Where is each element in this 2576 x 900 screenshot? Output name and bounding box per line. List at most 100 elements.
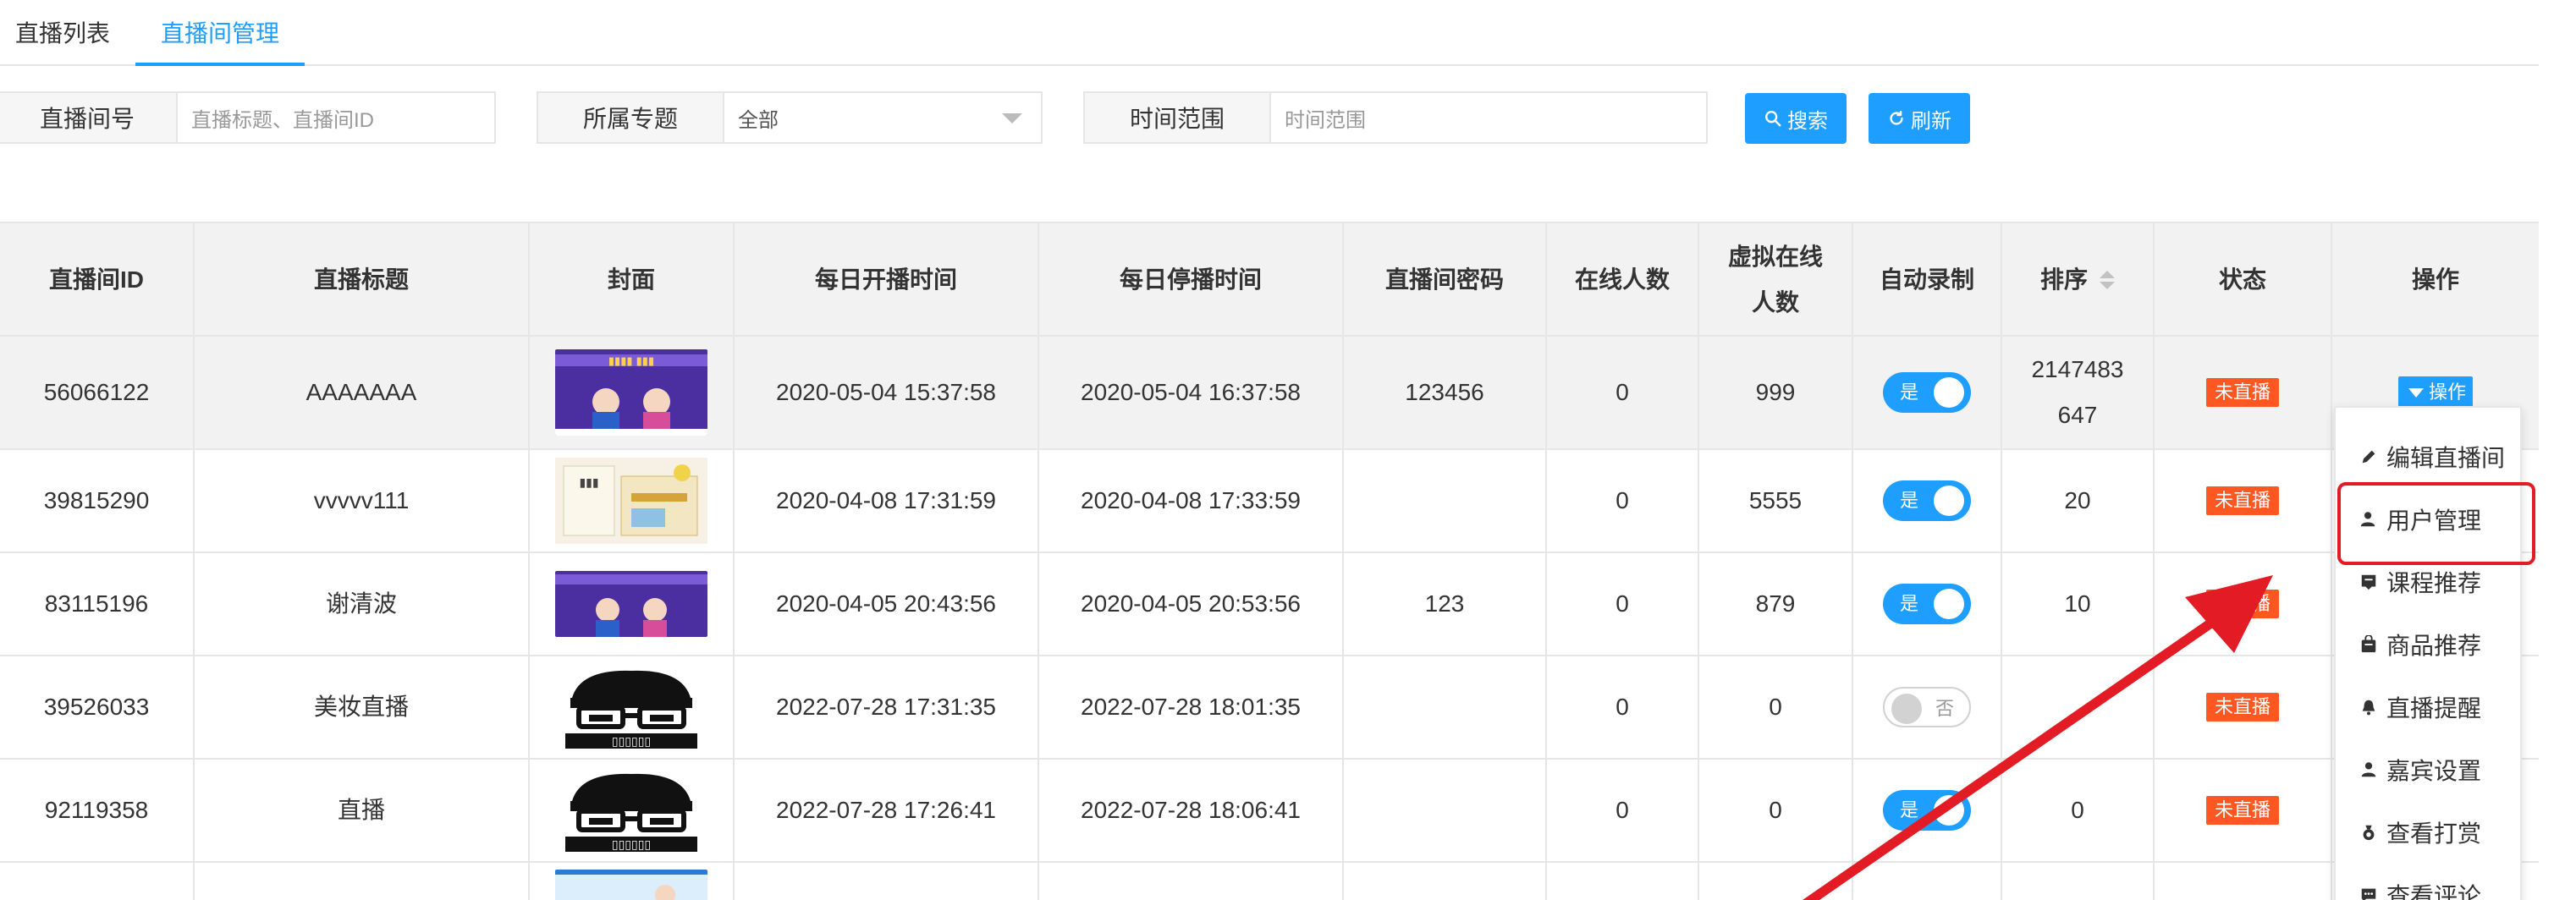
- auto-record-toggle[interactable]: 否: [1883, 687, 1971, 727]
- chevron-down-icon: [1002, 113, 1022, 123]
- comment-icon: [2361, 888, 2376, 900]
- menu-item-goods-recommend[interactable]: 商品推荐: [2336, 619, 2520, 670]
- table-row: 92119358 直播 ▯▯▯▯▯▯ 2022-07-28 17:26:41 2…: [0, 760, 2539, 863]
- cover-thumbnail[interactable]: ▯▯▯▯▯▯: [555, 767, 707, 853]
- cover-thumbnail[interactable]: ▯▯▯▯▯▯: [555, 664, 707, 750]
- menu-item-view-comments[interactable]: 查看评论: [2336, 870, 2520, 900]
- col-virtual-online-line2: 人数: [1751, 289, 1799, 316]
- sort-icon[interactable]: [2100, 271, 2115, 289]
- menu-item-view-rewards[interactable]: 查看打赏: [2336, 807, 2520, 858]
- col-virtual-online: 虚拟在线 人数: [1699, 223, 1853, 337]
- auto-record-toggle[interactable]: 是: [1883, 372, 1971, 413]
- status-badge: 未直播: [2205, 378, 2279, 407]
- time-range-input[interactable]: 时间范围: [1271, 93, 1706, 142]
- col-title: 直播标题: [195, 223, 530, 337]
- toggle-knob: [1934, 795, 1964, 826]
- goods-icon: [2361, 635, 2376, 653]
- cell-cover: ▯▯▯▯▯▯: [530, 656, 735, 758]
- col-id: 直播间ID: [0, 223, 195, 337]
- search-button[interactable]: 搜索: [1745, 93, 1847, 144]
- status-badge: 未直播: [2205, 796, 2279, 825]
- guest-icon: [2361, 762, 2376, 777]
- menu-item-edit-room[interactable]: 编辑直播间: [2336, 431, 2520, 482]
- col-sort[interactable]: 排序: [2002, 223, 2155, 337]
- tab-room-management[interactable]: 直播间管理: [161, 15, 279, 49]
- auto-record-toggle[interactable]: 是: [1883, 584, 1971, 624]
- cell-virtual-online: [1699, 863, 1853, 900]
- cell-virtual-online: 0: [1699, 656, 1853, 758]
- menu-item-guest-settings[interactable]: 嘉宾设置: [2336, 744, 2520, 795]
- toggle-knob: [1934, 589, 1964, 619]
- room-search-input[interactable]: 直播标题、直播间ID: [178, 93, 494, 142]
- toggle-label: 是: [1900, 381, 1919, 403]
- cell-status: 未直播: [2155, 760, 2332, 861]
- cell-start-time: 2022-07-28 17:26:41: [735, 760, 1039, 861]
- cell-id: 39815290: [0, 450, 195, 552]
- refresh-button-label: 刷新: [1911, 109, 1951, 133]
- cell-auto-record: 否: [1853, 656, 2002, 758]
- col-virtual-online-line1: 虚拟在线: [1727, 244, 1823, 270]
- cell-id: 92119358: [0, 760, 195, 861]
- action-dropdown-menu: 编辑直播间 用户管理 课程推荐 商品推荐 直播提醒 嘉宾设置 查看打赏 查看评论: [2334, 406, 2522, 900]
- toggle-knob: [1934, 486, 1964, 516]
- room-filter: 直播间号 直播标题、直播间ID: [0, 91, 496, 144]
- cell-sort: 20: [2002, 450, 2155, 552]
- svg-text:▮▮▮▮ ▮▮▮: ▮▮▮▮ ▮▮▮: [608, 355, 654, 368]
- status-badge: 未直播: [2205, 693, 2279, 722]
- toggle-label: 是: [1900, 490, 1919, 511]
- cell-stop-time: [1039, 863, 1344, 900]
- course-icon: [2361, 574, 2376, 590]
- menu-item-label: 商品推荐: [2386, 633, 2482, 659]
- refresh-icon: [1890, 111, 1903, 125]
- cell-sort: 10: [2002, 553, 2155, 655]
- cell-status: 未直播: [2155, 450, 2332, 552]
- toggle-knob: [1891, 694, 1922, 724]
- cell-password: [1344, 760, 1547, 861]
- menu-item-live-reminder[interactable]: 直播提醒: [2336, 682, 2520, 733]
- reward-icon: [2363, 825, 2375, 841]
- cell-online: 0: [1547, 760, 1699, 861]
- cover-thumbnail[interactable]: [555, 571, 707, 637]
- topic-select[interactable]: 全部: [724, 93, 1041, 142]
- cell-title: AAAAAAA: [195, 337, 530, 448]
- col-online: 在线人数: [1547, 223, 1699, 337]
- action-dropdown-button[interactable]: 操作: [2397, 376, 2473, 409]
- active-tab-indicator: [135, 63, 305, 66]
- svg-text:▮▮▮: ▮▮▮: [579, 476, 598, 490]
- menu-item-label: 课程推荐: [2386, 570, 2482, 596]
- cell-id: 56066122: [0, 337, 195, 448]
- auto-record-toggle[interactable]: 是: [1883, 790, 1971, 831]
- cell-stop-time: 2020-05-04 16:37:58: [1039, 337, 1344, 448]
- table-row: 56066122 AAAAAAA ▮▮▮▮ ▮▮▮ 2020-05-04 15:…: [0, 337, 2539, 450]
- cell-start-time: 2022-07-28 17:31:35: [735, 656, 1039, 758]
- tab-live-list[interactable]: 直播列表: [15, 15, 110, 49]
- cell-sort-line1: 2147483: [2031, 356, 2124, 382]
- svg-text:▯▯▯▯▯▯: ▯▯▯▯▯▯: [612, 735, 651, 749]
- cell-stop-time: 2020-04-05 20:53:56: [1039, 553, 1344, 655]
- status-badge: 未直播: [2205, 590, 2279, 618]
- cover-thumbnail[interactable]: [555, 870, 707, 900]
- cell-password: 123456: [1344, 337, 1547, 448]
- col-auto-record: 自动录制: [1853, 223, 2002, 337]
- col-sort-label: 排序: [2039, 266, 2088, 293]
- menu-item-label: 查看评论: [2386, 883, 2482, 900]
- cover-thumbnail[interactable]: ▮▮▮: [555, 458, 707, 544]
- col-stop-time: 每日停播时间: [1039, 223, 1344, 337]
- cell-status: [2155, 863, 2332, 900]
- cell-cover: ▮▮▮: [530, 450, 735, 552]
- menu-item-label: 编辑直播间: [2386, 445, 2506, 471]
- cover-thumbnail[interactable]: ▮▮▮▮ ▮▮▮: [555, 349, 707, 436]
- cell-title: 美妆直播: [195, 656, 530, 758]
- cell-cover: ▯▯▯▯▯▯: [530, 760, 735, 861]
- cell-status: 未直播: [2155, 656, 2332, 758]
- caret-down-icon: [2408, 387, 2424, 398]
- auto-record-toggle[interactable]: 是: [1883, 480, 1971, 521]
- toggle-knob: [1934, 377, 1964, 408]
- cell-cover: ▮▮▮▮ ▮▮▮: [530, 337, 735, 448]
- search-button-label: 搜索: [1787, 109, 1828, 133]
- cell-online: 0: [1547, 656, 1699, 758]
- refresh-button[interactable]: 刷新: [1869, 93, 1970, 144]
- cell-online: 0: [1547, 337, 1699, 448]
- cell-sort: [2002, 656, 2155, 758]
- cell-title: 直播: [195, 760, 530, 861]
